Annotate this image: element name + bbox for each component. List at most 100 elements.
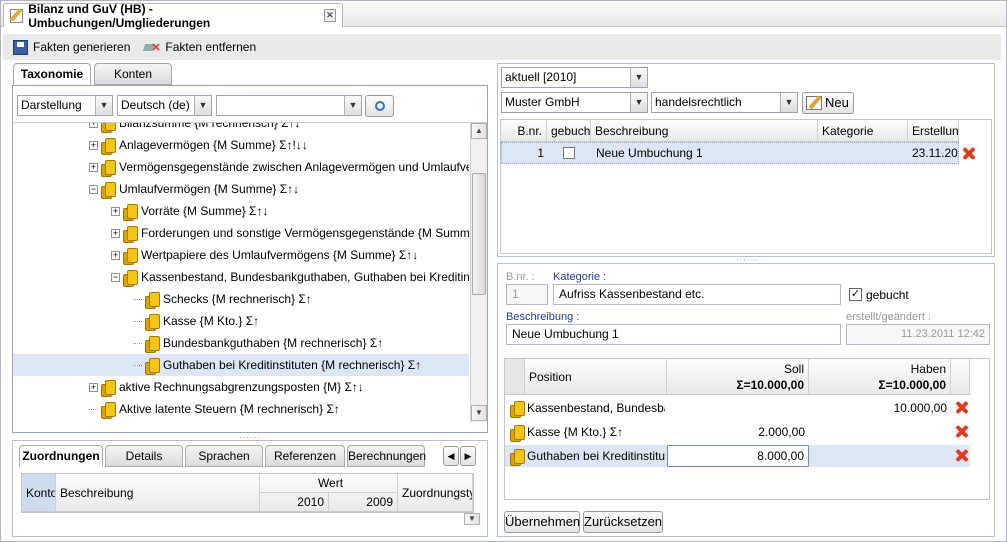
view-select[interactable]: Darstellung ▼ <box>17 95 113 116</box>
new-button[interactable]: Neu <box>802 92 854 114</box>
tree-item[interactable]: + aktive Rechnungsabgrenzungsposten {M} Σ… <box>13 376 469 398</box>
company-select[interactable]: Muster GmbH ▼ <box>501 92 648 113</box>
expand-icon[interactable]: + <box>89 123 98 128</box>
taxonomy-panel: Darstellung ▼ Deutsch (de) ▼ ▼ + Bilanzsumm… <box>12 85 488 433</box>
tree-item[interactable]: + Wertpapiere des Umlaufvermögens {M Summ… <box>13 244 469 266</box>
tab-bottom-details[interactable]: Details <box>105 445 183 467</box>
collapse-icon[interactable]: − <box>89 184 98 194</box>
apply-button[interactable]: Übernehmen <box>504 511 580 533</box>
expand-icon[interactable]: + <box>89 382 98 392</box>
tab-bottom-referenzen[interactable]: Referenzen <box>265 445 345 467</box>
tab-konten[interactable]: Konten <box>94 63 172 85</box>
scroll-up-icon[interactable]: ▲ <box>471 123 487 139</box>
tab-bottom-berechnungen[interactable]: Berechnungen <box>347 445 426 467</box>
coins-icon <box>123 247 138 265</box>
booked-checkbox[interactable]: ✓ <box>849 288 862 301</box>
description-label: Beschreibung : <box>506 311 580 323</box>
reset-button[interactable]: Zurücksetzen <box>583 511 663 533</box>
positions-table: Position Soll Σ=10.000,00 Haben Σ=10.000,0… <box>504 358 990 500</box>
delete-position-icon[interactable] <box>954 448 969 463</box>
col-soll[interactable]: Soll Σ=10.000,00 <box>667 359 809 394</box>
tree-scrollbar[interactable]: ▲ ▼ <box>470 123 487 422</box>
tab-bottom-sprachen[interactable]: Sprachen <box>185 445 263 467</box>
delete-position-icon[interactable] <box>954 424 969 439</box>
col-delete <box>951 359 970 394</box>
assign-scroll-down-icon[interactable]: ▼ <box>464 513 480 525</box>
col-booked[interactable]: gebucht <box>547 120 591 141</box>
expand-icon[interactable]: + <box>111 228 120 238</box>
coins-icon <box>145 313 160 331</box>
col-wert[interactable]: Wert <box>260 474 398 493</box>
col-category[interactable]: Kategorie <box>818 120 908 141</box>
soll-sum: Σ=10.000,00 <box>736 378 804 392</box>
tab-bottom-zuordnungen[interactable]: Zuordnungen <box>19 445 103 467</box>
col-konto[interactable]: Konto <box>22 474 56 511</box>
category-field[interactable]: Aufriss Kassenbestand etc. <box>553 284 841 305</box>
tree-item[interactable]: + Vorräte {M Summe} Σ↑↓ <box>13 200 469 222</box>
position-row[interactable]: Kasse {M Kto.} Σ↑ 2.000,00 <box>505 421 970 443</box>
generate-facts-button[interactable]: Fakten generieren <box>13 39 130 55</box>
tab-taxonomie[interactable]: Taxonomie <box>13 63 91 85</box>
expand-icon[interactable]: + <box>89 140 98 150</box>
tree-item[interactable]: + Anlagevermögen {M Summe} Σ↑!↓↓ <box>13 134 469 156</box>
coins-icon <box>510 425 525 442</box>
soll-value[interactable]: 8.000,00 <box>667 445 809 467</box>
view-select-value: Darstellung <box>21 98 82 112</box>
document-tab[interactable]: Bilanz und GuV (HB) - Umbuchungen/Umglie… <box>3 1 343 30</box>
nr-label: B.nr. : <box>506 271 535 283</box>
booking-row[interactable]: 1 Neue Umbuchung 1 23.11.201 <box>501 142 959 164</box>
expand-icon[interactable]: + <box>89 162 98 172</box>
col-soll-label: Soll <box>783 362 804 376</box>
col-created[interactable]: Erstellung <box>908 120 959 141</box>
col-beschreibung[interactable]: Beschreibung <box>56 474 260 511</box>
scrollbar-thumb[interactable] <box>472 173 486 295</box>
delete-position-icon[interactable] <box>954 400 969 415</box>
tree-item-label: Anlagevermögen {M Summe} Σ↑!↓↓ <box>119 138 308 152</box>
haben-value[interactable]: 10.000,00 <box>809 397 951 419</box>
remove-facts-button[interactable]: ✕ Fakten entfernen <box>143 40 256 54</box>
col-position[interactable]: Position <box>525 359 667 394</box>
position-row[interactable]: Kassenbestand, Bundesban 10.000,00 <box>505 397 970 419</box>
col-zuordnungstyp[interactable]: Zuordnungsty <box>398 474 473 511</box>
expand-icon[interactable]: + <box>111 206 120 216</box>
col-description[interactable]: Beschreibung <box>591 120 818 141</box>
search-button[interactable] <box>365 95 394 117</box>
tree-item[interactable]: Aktive latente Steuern {M rechnerisch} Σ… <box>13 398 469 420</box>
tree-item-label: Bilanzsumme {M rechnerisch} Σ↑↓ <box>119 123 301 130</box>
col-nr[interactable]: B.nr. <box>501 120 547 141</box>
position-row[interactable]: Guthaben bei Kreditinstituten8.000,00 <box>505 445 970 467</box>
document-tab-title: Bilanz und GuV (HB) - Umbuchungen/Umglie… <box>28 1 211 30</box>
taxonomy-tree: + Bilanzsumme {M rechnerisch} Σ↑↓ + Anlagev… <box>13 123 469 423</box>
tree-item[interactable]: Bundesbankguthaben {M rechnerisch} Σ↑ <box>13 332 469 354</box>
search-input[interactable]: ▼ <box>216 95 362 116</box>
positions-header: Position Soll Σ=10.000,00 Haben Σ=10.000,0… <box>505 359 970 395</box>
expand-icon[interactable]: + <box>111 250 120 260</box>
booking-checkbox[interactable] <box>563 147 575 159</box>
tree-item[interactable]: Guthaben bei Kreditinstituten {M rechner… <box>13 354 469 376</box>
collapse-icon[interactable]: − <box>111 272 120 282</box>
col-year-2009[interactable]: 2009 <box>329 493 398 512</box>
tree-item[interactable]: + Bilanzsumme {M rechnerisch} Σ↑↓ <box>13 123 469 134</box>
col-year-2010[interactable]: 2010 <box>260 493 329 512</box>
description-field[interactable]: Neue Umbuchung 1 <box>506 324 841 345</box>
col-haben[interactable]: Haben Σ=10.000,00 <box>809 359 951 394</box>
tree-item[interactable]: Kasse {M Kto.} Σ↑ <box>13 310 469 332</box>
tabs-scroll-left[interactable]: ◀ <box>443 446 459 466</box>
type-select[interactable]: handelsrechtlich ▼ <box>651 92 798 113</box>
tree-item[interactable]: − Kassenbestand, Bundesbankguthaben, Guth… <box>13 266 469 288</box>
tree-item[interactable]: + Vermögensgegenstände zwischen Anlagever… <box>13 156 469 178</box>
tree-item[interactable]: + Forderungen und sonstige Vermögensgegen… <box>13 222 469 244</box>
close-tab-icon[interactable]: ✕ <box>323 9 337 22</box>
delete-booking-icon[interactable] <box>961 146 976 161</box>
period-select[interactable]: aktuell [2010] ▼ <box>501 67 648 88</box>
remove-facts-icon: ✕ <box>143 40 161 54</box>
tabs-scroll-right[interactable]: ▶ <box>460 446 476 466</box>
soll-value[interactable]: 2.000,00 <box>667 421 809 443</box>
booking-created: 23.11.201 <box>912 146 958 160</box>
tree-item-label: Aktive latente Steuern {M rechnerisch} Σ… <box>119 402 340 416</box>
tree-item[interactable]: Schecks {M rechnerisch} Σ↑ <box>13 288 469 310</box>
tree-item[interactable]: − Umlaufvermögen {M Summe} Σ↑↓ <box>13 178 469 200</box>
language-select[interactable]: Deutsch (de) ▼ <box>117 95 212 116</box>
booking-nr: 1 <box>537 146 544 160</box>
scroll-down-icon[interactable]: ▼ <box>471 405 487 421</box>
